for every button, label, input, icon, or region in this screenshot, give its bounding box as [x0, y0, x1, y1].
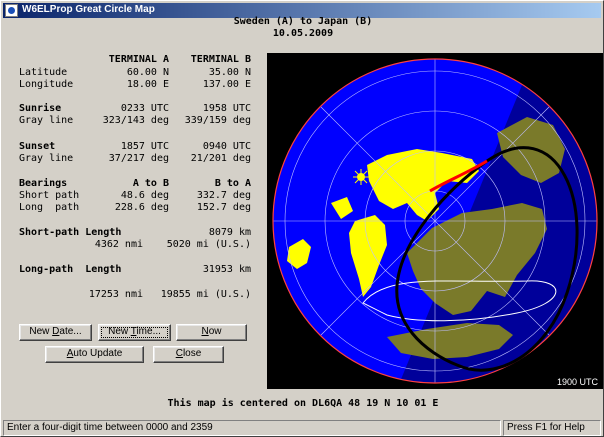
now-accel: N — [201, 326, 209, 337]
sunrise-a: 0233 UTC — [120, 103, 169, 114]
azimuthal-map-svg — [272, 58, 598, 384]
close-accel: C — [175, 348, 183, 359]
sunset-grayline-a: 37/217 deg — [108, 153, 169, 164]
short-path-label: Short path — [19, 190, 80, 201]
sun-icon — [353, 169, 369, 185]
long-path-b: 152.7 deg — [196, 202, 251, 213]
route-title: Sweden (A) to Japan (B) — [233, 16, 373, 27]
longitude-a: 18.00 E — [126, 79, 169, 90]
long-path-length-nmi: 17253 nmi — [88, 289, 143, 300]
window-title: W6ELProp Great Circle Map — [22, 4, 155, 15]
sunrise-grayline-a: 323/143 deg — [102, 115, 169, 126]
bearing-b-to-a-header: B to A — [214, 178, 251, 189]
long-path-label: Long path — [19, 202, 80, 213]
sunset-b: 0940 UTC — [202, 141, 251, 152]
short-path-a: 48.6 deg — [120, 190, 169, 201]
longitude-b: 137.00 E — [202, 79, 251, 90]
short-path-length-km: 8079 km — [208, 227, 251, 238]
status-help: Press F1 for Help — [503, 420, 601, 436]
terminal-a-header: TERMINAL A — [108, 54, 169, 65]
sunset-grayline-label: Gray line — [19, 153, 74, 164]
latitude-b: 35.00 N — [208, 67, 251, 78]
great-circle-map[interactable]: 1900 UTC — [267, 53, 603, 389]
app-window: W6ELProp Great Circle Map Sweden (A) to … — [0, 0, 604, 437]
short-path-length-label: Short-path Length — [19, 227, 122, 238]
close-label-post: lose — [182, 348, 202, 359]
now-label-post: ow — [208, 326, 222, 337]
longitude-label: Longitude — [19, 79, 74, 90]
auto-update-button[interactable]: Auto Update — [45, 346, 144, 363]
bearing-a-to-b-header: A to B — [132, 178, 169, 189]
new-date-label-pre: New — [29, 326, 53, 337]
new-date-button[interactable]: New Date... — [19, 324, 92, 341]
latitude-a: 60.00 N — [126, 67, 169, 78]
short-path-b: 332.7 deg — [196, 190, 251, 201]
map-center-caption: This map is centered on DL6QA 48 19 N 10… — [167, 398, 439, 409]
status-hint: Enter a four-digit time between 0000 and… — [3, 420, 501, 436]
close-button[interactable]: Close — [153, 346, 224, 363]
new-time-label-pre: New — [108, 326, 131, 337]
bearings-label: Bearings — [19, 178, 68, 189]
sunset-a: 1857 UTC — [120, 141, 169, 152]
new-date-label-post: ate... — [59, 326, 82, 337]
status-bar: Enter a four-digit time between 0000 and… — [3, 420, 601, 436]
sunrise-b: 1958 UTC — [202, 103, 251, 114]
short-path-length-mi: 5020 mi (U.S.) — [166, 239, 251, 250]
map-time-label: 1900 UTC — [556, 377, 598, 387]
auto-update-label-post: uto Update — [73, 348, 123, 359]
long-path-length-km: 31953 km — [202, 264, 251, 275]
sunrise-label: Sunrise — [19, 103, 62, 114]
new-time-label-post: ime... — [136, 326, 161, 337]
route-date: 10.05.2009 — [272, 28, 334, 39]
sunrise-grayline-label: Gray line — [19, 115, 74, 126]
long-path-length-mi: 19855 mi (U.S.) — [160, 289, 251, 300]
sunset-grayline-b: 21/201 deg — [190, 153, 251, 164]
latitude-label: Latitude — [19, 67, 68, 78]
sunset-label: Sunset — [19, 141, 56, 152]
long-path-a: 228.6 deg — [114, 202, 169, 213]
new-time-button[interactable]: New Time... — [98, 324, 171, 341]
terminal-b-header: TERMINAL B — [190, 54, 251, 65]
graticule — [273, 59, 597, 383]
now-button[interactable]: Now — [176, 324, 247, 341]
short-path-length-nmi: 4362 nmi — [94, 239, 143, 250]
long-path-length-label: Long-path Length — [19, 264, 122, 275]
sunrise-grayline-b: 339/159 deg — [184, 115, 251, 126]
